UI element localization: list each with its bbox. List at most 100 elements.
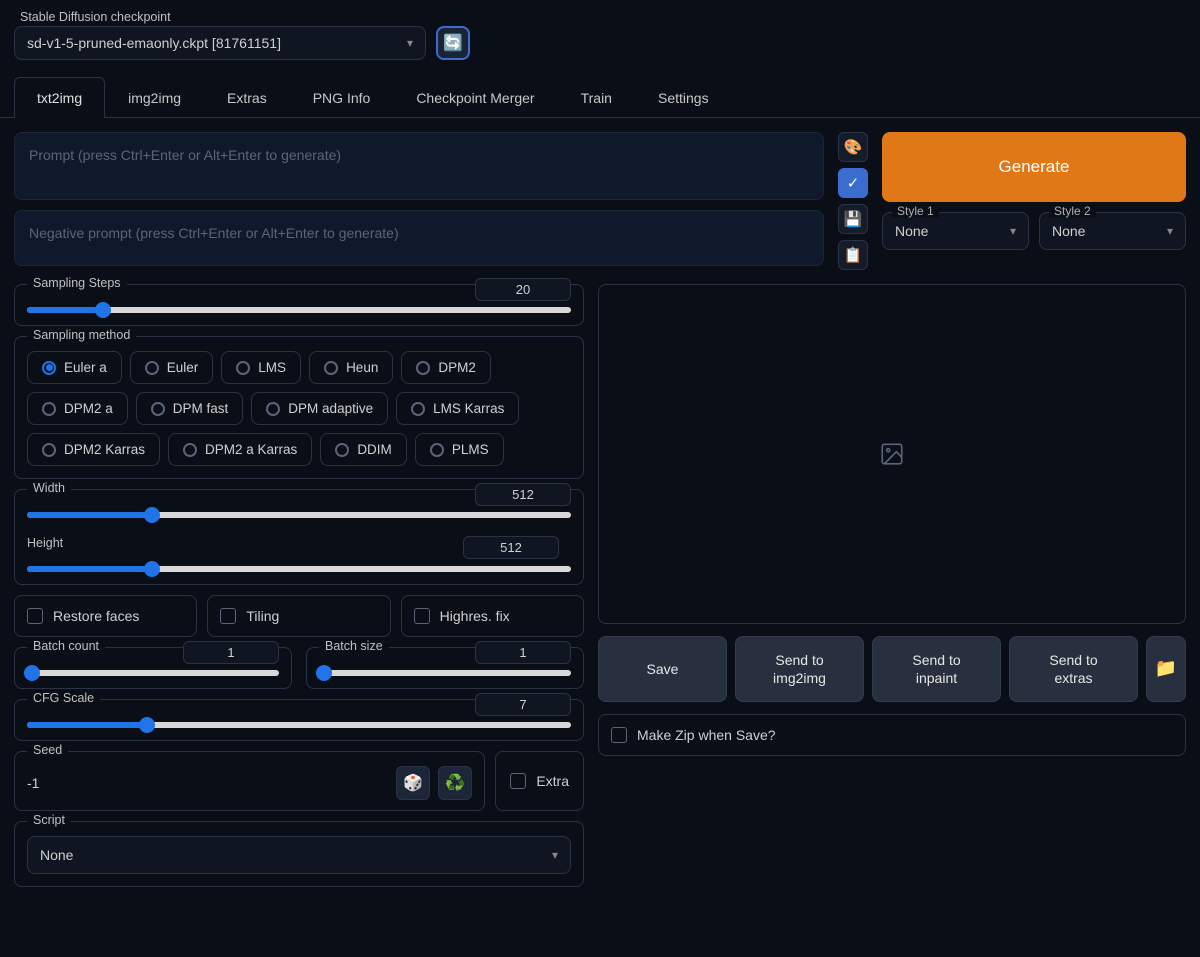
sampler-option-euler-a[interactable]: Euler a [27,351,122,384]
clipboard-icon: 📋 [844,246,863,264]
sampler-option-dpm-adaptive[interactable]: DPM adaptive [251,392,388,425]
cfg-scale-value[interactable]: 7 [475,693,571,716]
random-seed-button[interactable]: 🎲 [396,766,430,800]
radio-icon [42,361,56,375]
script-select[interactable]: None ▾ [27,836,571,874]
dice-icon: 🎲 [403,773,423,793]
checkbox-icon [414,608,430,624]
sampling-steps-label: Sampling Steps [27,276,127,290]
radio-icon [42,443,56,457]
tab-checkpoint-merger[interactable]: Checkpoint Merger [393,77,557,118]
restore-faces-label: Restore faces [53,608,139,624]
radio-icon [183,443,197,457]
sampler-option-heun[interactable]: Heun [309,351,393,384]
send-to-extras-button[interactable]: Send to extras [1009,636,1138,702]
apply-style-button[interactable]: ✓ [838,168,868,198]
sampler-option-dpm2[interactable]: DPM2 [401,351,491,384]
sampler-option-dpm2-a[interactable]: DPM2 a [27,392,128,425]
batch-size-label: Batch size [319,639,389,653]
sampler-option-label: PLMS [452,442,489,457]
radio-icon [430,443,444,457]
interrogate-button[interactable]: 🎨 [838,132,868,162]
batch-count-value[interactable]: 1 [183,641,279,664]
height-slider[interactable] [27,566,571,572]
sampler-option-label: LMS [258,360,286,375]
sampler-option-label: Euler [167,360,199,375]
style2-value: None [1052,223,1085,239]
negative-prompt-input[interactable] [14,210,824,266]
sampling-steps-slider[interactable] [27,307,571,313]
tab-txt2img[interactable]: txt2img [14,77,105,118]
restore-faces-checkbox[interactable]: Restore faces [14,595,197,637]
save-icon: 💾 [844,210,863,228]
save-output-button[interactable]: Save [598,636,727,702]
reuse-seed-button[interactable]: ♻️ [438,766,472,800]
sampler-option-lms[interactable]: LMS [221,351,301,384]
checkbox-icon [220,608,236,624]
checkpoint-label: Stable Diffusion checkpoint [20,10,1186,24]
sampler-option-label: DPM adaptive [288,401,373,416]
sampler-option-dpm-fast[interactable]: DPM fast [136,392,244,425]
seed-extra-label: Extra [536,773,569,789]
radio-icon [411,402,425,416]
radio-icon [151,402,165,416]
cfg-scale-label: CFG Scale [27,691,100,705]
main-tabs: txt2img img2img Extras PNG Info Checkpoi… [0,76,1200,118]
tiling-checkbox[interactable]: Tiling [207,595,390,637]
batch-size-slider[interactable] [319,670,571,676]
output-preview [598,284,1186,624]
radio-icon [266,402,280,416]
chevron-down-icon: ▾ [407,36,413,50]
sampler-option-ddim[interactable]: DDIM [320,433,407,466]
seed-label: Seed [27,743,68,757]
save-style-button[interactable]: 💾 [838,204,868,234]
cfg-scale-slider[interactable] [27,722,571,728]
sampler-option-dpm2-a-karras[interactable]: DPM2 a Karras [168,433,312,466]
checkbox-icon [611,727,627,743]
checkpoint-select[interactable]: sd-v1-5-pruned-emaonly.ckpt [81761151] ▾ [14,26,426,60]
seed-input[interactable] [27,775,388,791]
width-label: Width [27,481,71,495]
send-to-img2img-button[interactable]: Send to img2img [735,636,864,702]
folder-icon: 📁 [1155,658,1177,678]
sampler-option-label: DPM2 a [64,401,113,416]
radio-icon [416,361,430,375]
open-folder-button[interactable]: 📁 [1146,636,1186,702]
seed-extra-checkbox[interactable]: Extra [495,751,584,811]
refresh-checkpoint-button[interactable]: 🔄 [436,26,470,60]
tab-extras[interactable]: Extras [204,77,290,118]
batch-count-slider[interactable] [27,670,279,676]
style1-value: None [895,223,928,239]
sampler-option-plms[interactable]: PLMS [415,433,504,466]
prompt-input[interactable] [14,132,824,200]
style2-label: Style 2 [1049,204,1096,218]
sampler-option-lms-karras[interactable]: LMS Karras [396,392,519,425]
tab-pnginfo[interactable]: PNG Info [290,77,394,118]
height-value[interactable]: 512 [463,536,559,559]
highres-fix-checkbox[interactable]: Highres. fix [401,595,584,637]
check-icon: ✓ [847,174,860,192]
tab-img2img[interactable]: img2img [105,77,204,118]
chevron-down-icon: ▾ [1167,224,1173,238]
batch-size-value[interactable]: 1 [475,641,571,664]
recycle-icon: ♻️ [445,773,465,793]
chevron-down-icon: ▾ [552,848,558,862]
sampler-option-dpm2-karras[interactable]: DPM2 Karras [27,433,160,466]
checkbox-icon [510,773,526,789]
send-to-inpaint-button[interactable]: Send to inpaint [872,636,1001,702]
tab-settings[interactable]: Settings [635,77,732,118]
width-value[interactable]: 512 [475,483,571,506]
height-label: Height [27,536,63,550]
sampling-steps-value[interactable]: 20 [475,278,571,301]
width-slider[interactable] [27,512,571,518]
paste-button[interactable]: 📋 [838,240,868,270]
tab-train[interactable]: Train [558,77,635,118]
sampling-method-label: Sampling method [27,328,136,342]
script-value: None [40,847,73,863]
make-zip-checkbox[interactable]: Make Zip when Save? [598,714,1186,756]
sampler-option-euler[interactable]: Euler [130,351,214,384]
generate-button[interactable]: Generate [882,132,1186,202]
tiling-label: Tiling [246,608,279,624]
chevron-down-icon: ▾ [1010,224,1016,238]
checkbox-icon [27,608,43,624]
